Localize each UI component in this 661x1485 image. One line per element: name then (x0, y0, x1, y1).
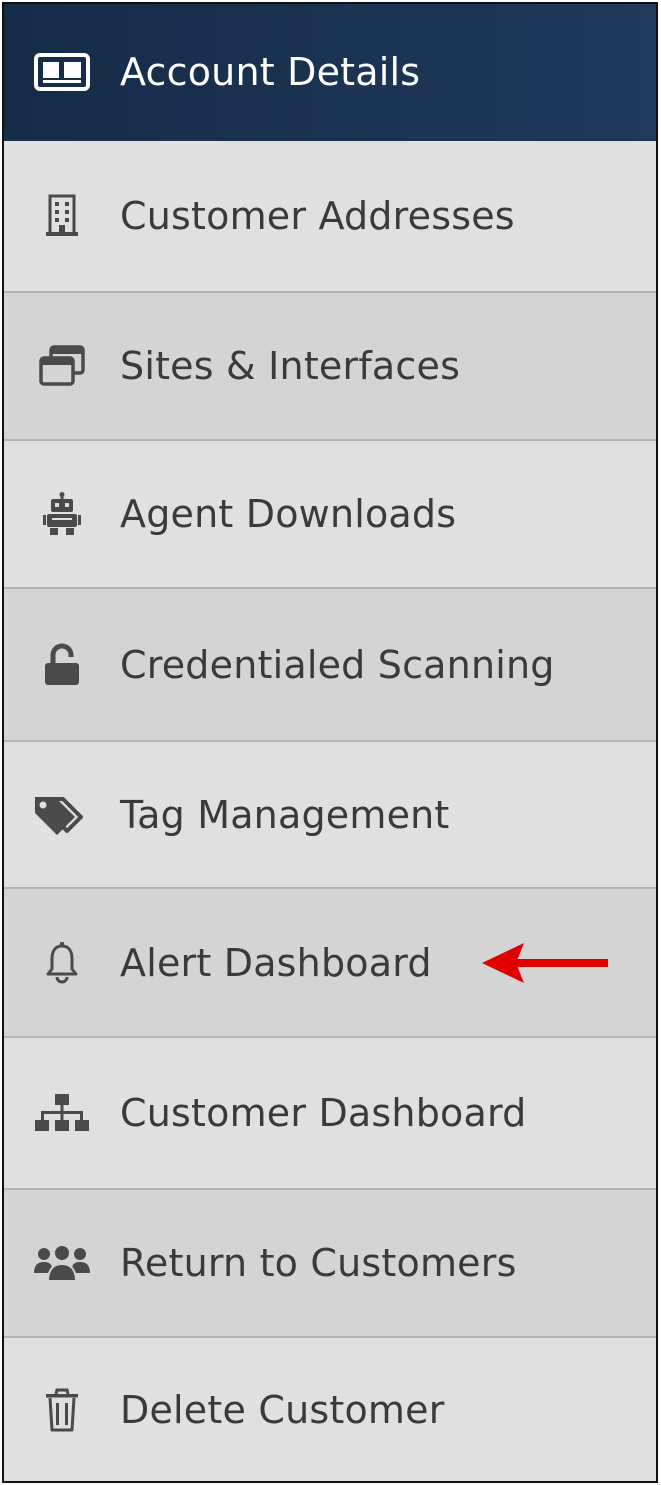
menu-item-credentialed-scanning[interactable]: Credentialed Scanning (4, 589, 656, 742)
sitemap-icon (32, 1089, 92, 1137)
menu-item-label: Alert Dashboard (120, 940, 432, 985)
menu-item-label: Tag Management (120, 792, 450, 837)
menu-item-label: Customer Addresses (120, 194, 515, 238)
menu-item-label: Credentialed Scanning (120, 642, 555, 687)
menu-item-label: Account Details (120, 49, 421, 94)
trash-icon (32, 1386, 92, 1434)
annotation-arrow-icon (482, 942, 608, 983)
robot-icon (32, 490, 92, 538)
id-card-icon (32, 48, 92, 96)
menu-item-account-details[interactable]: Account Details (4, 4, 656, 141)
building-icon (32, 192, 92, 240)
menu-item-return-to-customers[interactable]: Return to Customers (4, 1190, 656, 1338)
menu-item-label: Delete Customer (120, 1387, 445, 1432)
menu-item-tag-management[interactable]: Tag Management (4, 742, 656, 889)
tags-icon (32, 791, 92, 839)
menu-item-delete-customer[interactable]: Delete Customer (4, 1338, 656, 1481)
side-menu: Account Details Customer Addresses Sites… (2, 2, 658, 1483)
menu-item-customer-addresses[interactable]: Customer Addresses (4, 141, 656, 293)
menu-item-agent-downloads[interactable]: Agent Downloads (4, 441, 656, 589)
windows-icon (32, 342, 92, 390)
unlock-icon (32, 641, 92, 689)
users-icon (32, 1239, 92, 1287)
menu-item-alert-dashboard[interactable]: Alert Dashboard (4, 889, 656, 1038)
menu-item-label: Return to Customers (120, 1241, 517, 1285)
menu-item-label: Sites & Interfaces (120, 344, 461, 388)
menu-item-sites-interfaces[interactable]: Sites & Interfaces (4, 293, 656, 441)
bell-icon (32, 939, 92, 987)
menu-item-customer-dashboard[interactable]: Customer Dashboard (4, 1038, 656, 1190)
menu-item-label: Customer Dashboard (120, 1091, 527, 1135)
menu-item-label: Agent Downloads (120, 492, 457, 536)
